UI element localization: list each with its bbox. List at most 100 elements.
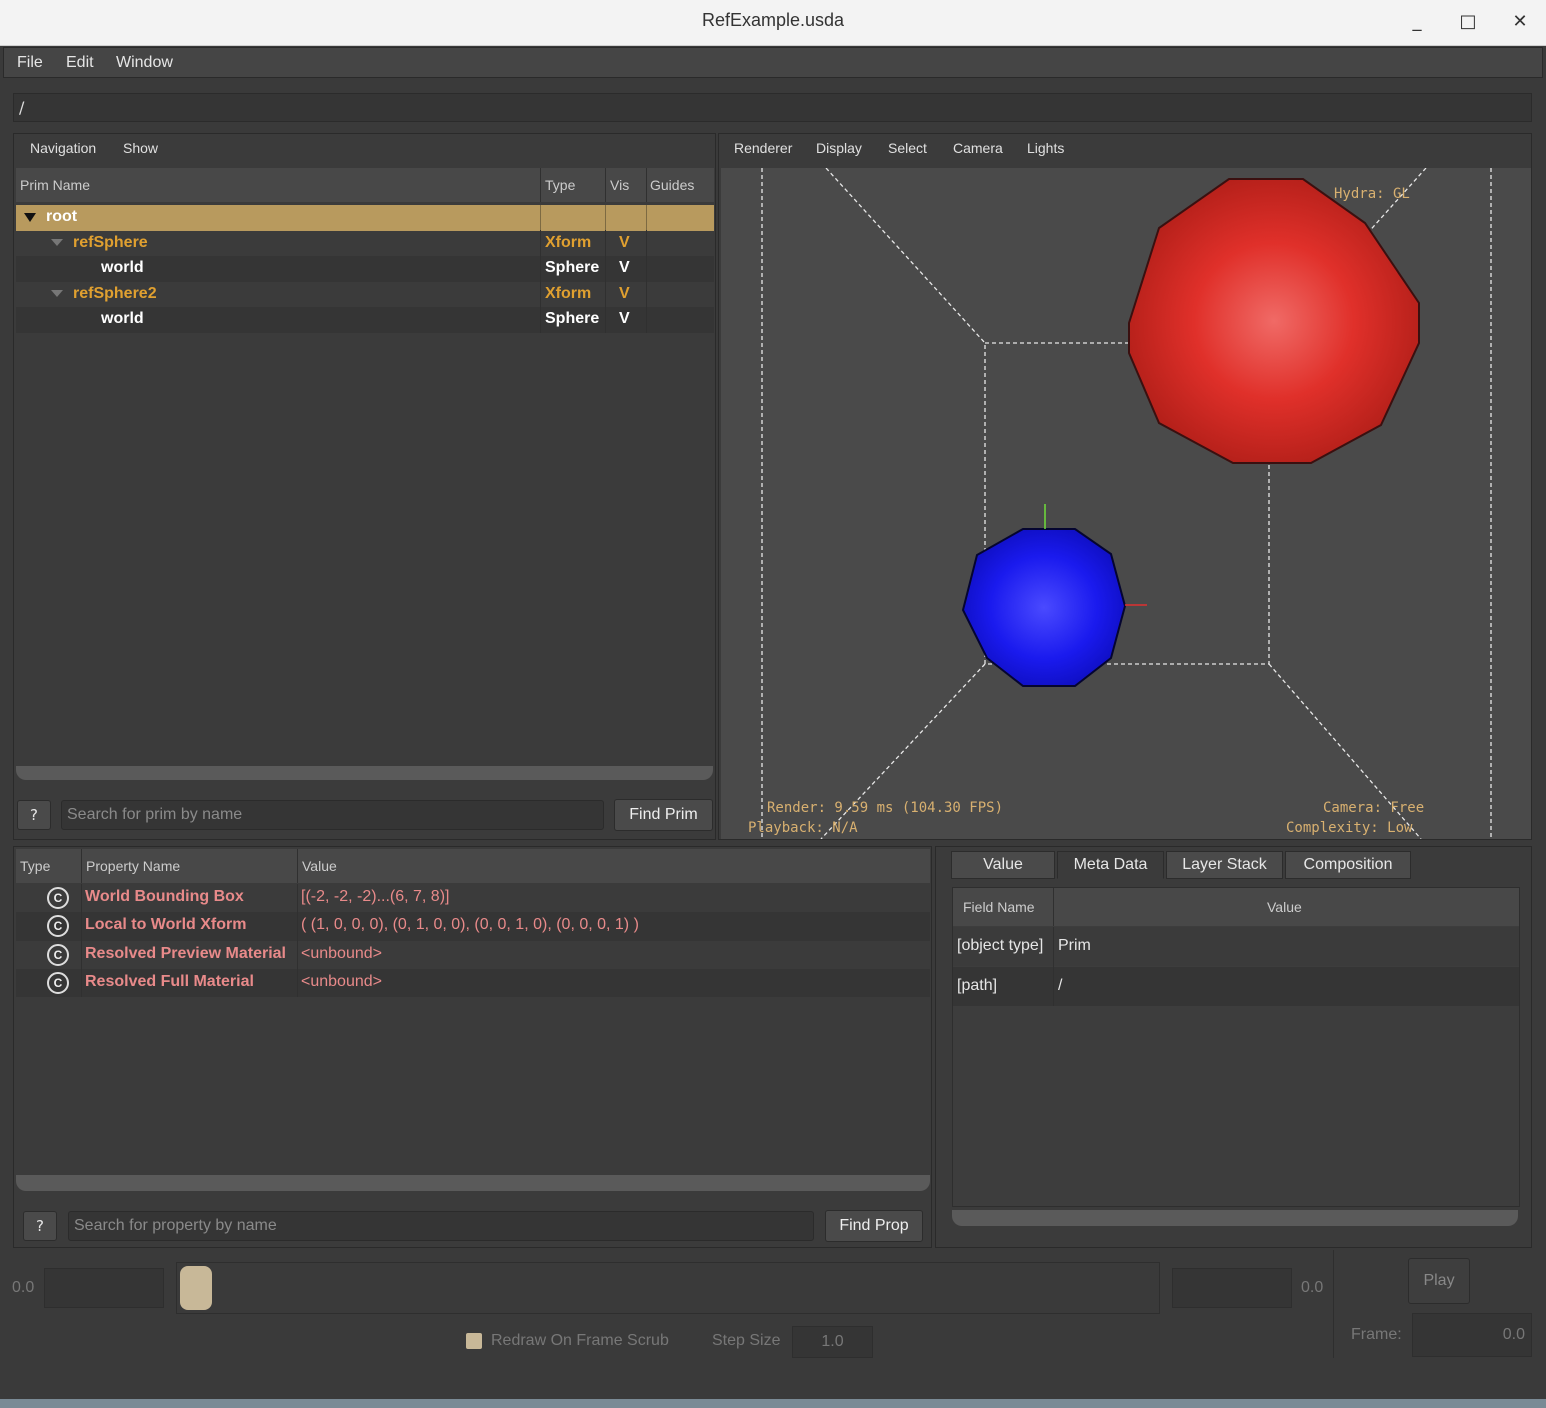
menu-camera[interactable]: Camera <box>953 140 1003 156</box>
step-size-input[interactable]: 1.0 <box>792 1326 873 1358</box>
menu-navigation[interactable]: Navigation <box>30 140 96 156</box>
redraw-label: Redraw On Frame Scrub <box>491 1332 669 1349</box>
prim-row-world[interactable]: world Sphere V <box>16 307 714 333</box>
menu-select[interactable]: Select <box>888 140 927 156</box>
expand-arrow-icon[interactable] <box>51 238 63 246</box>
property-row[interactable]: C Resolved Full Material <unbound> <box>16 968 930 998</box>
renderer-label: Hydra: GL <box>1334 186 1410 202</box>
property-help-button[interactable]: ? <box>23 1211 57 1241</box>
menu-lights[interactable]: Lights <box>1027 140 1064 156</box>
prim-row-root[interactable]: root <box>16 205 714 231</box>
field-name: [path] <box>957 977 998 994</box>
property-name: Resolved Full Material <box>85 972 254 990</box>
menu-bar: File Edit Window <box>3 47 1543 78</box>
slider-handle[interactable] <box>180 1266 212 1310</box>
column-prim-name[interactable]: Prim Name <box>20 177 90 193</box>
viewport-panel: Renderer Display Select Camera Lights Hy… <box>718 133 1532 840</box>
menu-display[interactable]: Display <box>816 140 862 156</box>
column-type[interactable]: Type <box>545 177 575 193</box>
prim-row-refsphere2[interactable]: refSphere2 Xform V <box>16 281 714 308</box>
find-prop-button[interactable]: Find Prop <box>825 1210 923 1242</box>
computed-property-icon: C <box>47 887 69 909</box>
expand-arrow-icon[interactable] <box>24 213 36 222</box>
property-panel: Type Property Name Value C World Boundin… <box>13 846 932 1248</box>
property-value: <unbound> <box>301 972 382 990</box>
tab-value[interactable]: Value <box>951 851 1055 879</box>
menu-show[interactable]: Show <box>123 140 158 156</box>
prim-type: Sphere <box>545 259 600 277</box>
property-row[interactable]: C Resolved Preview Material <unbound> <box>16 940 930 969</box>
prim-type: Xform <box>545 233 592 251</box>
menu-renderer[interactable]: Renderer <box>734 140 792 156</box>
prim-vis[interactable]: V <box>619 285 630 303</box>
prim-row-refsphere[interactable]: refSphere Xform V <box>16 230 714 257</box>
column-value[interactable]: Value <box>1267 899 1302 915</box>
column-guides[interactable]: Guides <box>650 177 694 193</box>
horizontal-scrollbar[interactable] <box>952 1210 1518 1226</box>
prim-type: Sphere <box>545 310 600 328</box>
tab-composition[interactable]: Composition <box>1285 851 1411 879</box>
property-search-input[interactable]: Search for property by name <box>68 1211 814 1241</box>
prim-type: Xform <box>545 284 592 302</box>
prim-vis[interactable]: V <box>619 234 630 252</box>
horizontal-scrollbar[interactable] <box>16 1175 930 1191</box>
expand-arrow-icon[interactable] <box>51 289 63 297</box>
redraw-checkbox[interactable] <box>466 1333 482 1349</box>
prim-vis[interactable]: V <box>619 310 630 328</box>
prim-name: refSphere2 <box>73 284 157 302</box>
column-type[interactable]: Type <box>20 858 50 874</box>
frame-input[interactable]: 0.0 <box>1412 1313 1532 1357</box>
tab-meta-data[interactable]: Meta Data <box>1057 851 1164 879</box>
horizontal-scrollbar[interactable] <box>16 766 713 780</box>
metadata-table-header: Field Name Value <box>953 888 1519 926</box>
playback-stats: Playback: N/A <box>748 820 858 836</box>
column-field-name[interactable]: Field Name <box>963 899 1035 915</box>
complexity-label: Complexity: Low <box>1286 820 1413 836</box>
minimize-button[interactable]: _ <box>1402 8 1432 36</box>
start-frame-label: 0.0 <box>12 1279 35 1296</box>
computed-property-icon: C <box>47 943 69 966</box>
menu-window[interactable]: Window <box>116 54 173 72</box>
start-frame-input[interactable] <box>44 1268 164 1308</box>
play-button[interactable]: Play <box>1408 1258 1470 1304</box>
frame-slider[interactable] <box>176 1262 1160 1314</box>
maximize-button[interactable]: □ <box>1453 8 1483 36</box>
3d-viewport[interactable]: Hydra: GL Render: 9.59 ms (104.30 FPS) P… <box>721 168 1531 839</box>
end-frame-input[interactable] <box>1172 1268 1292 1308</box>
prim-vis[interactable]: V <box>619 259 630 277</box>
prim-table-header: Prim Name Type Vis Guides <box>16 168 714 202</box>
property-name: World Bounding Box <box>85 888 244 905</box>
tab-layer-stack[interactable]: Layer Stack <box>1166 851 1283 879</box>
property-name: Resolved Preview Material <box>85 944 286 962</box>
property-value: ( (1, 0, 0, 0), (0, 1, 0, 0), (0, 0, 1, … <box>301 916 639 934</box>
prim-name: root <box>46 208 78 225</box>
prim-help-button[interactable]: ? <box>17 800 51 830</box>
divider <box>1333 1250 1334 1358</box>
prim-name: world <box>101 259 144 277</box>
property-value: <unbound> <box>301 944 382 962</box>
end-frame-label: 0.0 <box>1301 1279 1324 1296</box>
metadata-row[interactable]: [object type] Prim <box>953 927 1519 966</box>
window-title: RefExample.usda <box>701 10 845 30</box>
step-size-label: Step Size <box>712 1332 781 1349</box>
property-row[interactable]: C Local to World Xform ( (1, 0, 0, 0), (… <box>16 912 930 941</box>
prim-search-input[interactable]: Search for prim by name <box>61 800 604 830</box>
property-row[interactable]: C World Bounding Box [(-2, -2, -2)...(6,… <box>16 884 930 913</box>
field-value: / <box>1058 977 1063 994</box>
column-vis[interactable]: Vis <box>610 177 629 193</box>
prim-browser-panel: Navigation Show Prim Name Type Vis Guide… <box>13 133 716 840</box>
column-value[interactable]: Value <box>302 858 337 874</box>
field-name: [object type] <box>957 937 1044 954</box>
path-field[interactable]: / <box>13 93 1532 122</box>
computed-property-icon: C <box>47 971 69 994</box>
metadata-row[interactable]: [path] / <box>953 967 1519 1006</box>
path-text: / <box>19 98 25 117</box>
menu-file[interactable]: File <box>17 54 43 72</box>
menu-edit[interactable]: Edit <box>66 54 94 72</box>
close-button[interactable]: ✕ <box>1505 8 1535 36</box>
find-prim-button[interactable]: Find Prim <box>614 799 713 831</box>
title-bar: RefExample.usda _ □ ✕ <box>0 0 1546 46</box>
column-property-name[interactable]: Property Name <box>86 858 180 874</box>
blue-sphere <box>961 528 1127 687</box>
prim-row-world[interactable]: world Sphere V <box>16 256 714 282</box>
